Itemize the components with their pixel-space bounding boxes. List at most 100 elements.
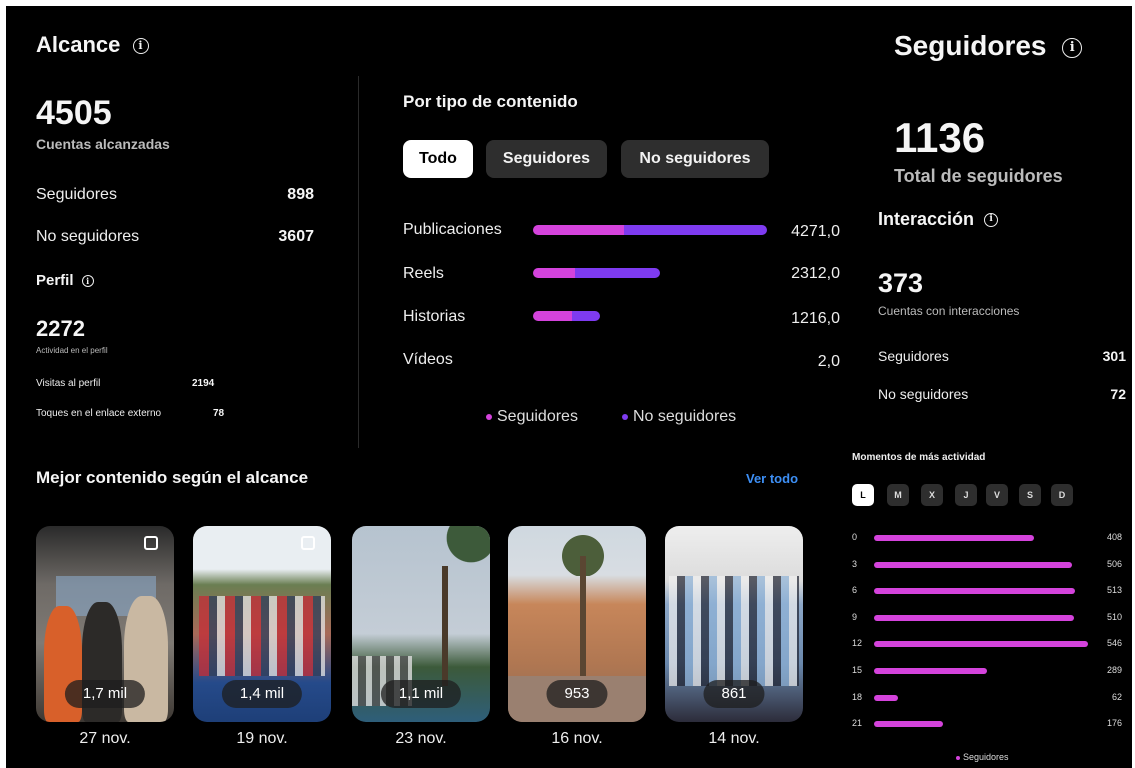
filter-followers-button[interactable]: Seguidores — [486, 140, 607, 178]
hour-value: 513 — [1106, 585, 1122, 596]
profile-title-text: Perfil — [36, 272, 74, 289]
group-photo — [669, 576, 799, 686]
profile-visits-value: 2194 — [192, 378, 215, 389]
reach-title: Alcance i — [36, 32, 149, 58]
hour-label: 6 — [852, 585, 858, 596]
content-type-label: Historias — [403, 308, 466, 325]
insights-panel: Alcance i 4505 Cuentas alcanzadas Seguid… — [6, 6, 1132, 768]
followers-segment — [533, 311, 572, 321]
hour-value: 510 — [1106, 611, 1122, 622]
interaction-total: 373 — [878, 268, 924, 298]
hour-bar — [874, 561, 1072, 568]
hour-bar — [874, 694, 898, 701]
profile-link-taps-value: 78 — [213, 408, 225, 419]
followers-segment — [533, 225, 624, 235]
hour-value: 62 — [1111, 691, 1122, 702]
hour-label: 9 — [852, 611, 858, 622]
interaction-total-label: Cuentas con interacciones — [878, 304, 1020, 318]
hour-value: 506 — [1106, 558, 1122, 569]
carousel-icon — [144, 536, 158, 550]
hour-bar — [874, 535, 1034, 541]
content-type-label: Reels — [403, 265, 444, 282]
hour-label: 3 — [852, 558, 858, 569]
carousel-icon — [301, 536, 315, 550]
reach-pill: 1,4 mil — [221, 680, 303, 708]
filter-all-button[interactable]: Todo — [403, 140, 473, 178]
top-content-item[interactable]: 1,1 mil — [352, 526, 490, 722]
followers-title-text: Seguidores — [894, 30, 1047, 61]
profile-title: Perfil i — [36, 272, 94, 289]
reach-pill: 1,1 mil — [380, 680, 462, 708]
hour-value: 176 — [1106, 718, 1122, 729]
info-icon[interactable]: i — [1062, 37, 1083, 58]
followers-title: Seguidores i — [894, 30, 1083, 62]
content-type-title: Por tipo de contenido — [403, 92, 578, 111]
top-content-item[interactable]: 861 — [665, 526, 803, 722]
top-content-item[interactable]: 953 — [508, 526, 646, 722]
filter-non-followers-button[interactable]: No seguidores — [621, 140, 769, 178]
top-content-date: 19 nov. — [236, 730, 288, 747]
profile-total-label: Actividad en el perfil — [36, 346, 108, 355]
content-type-value: 1216,0 — [791, 310, 840, 327]
day-chip-sunday[interactable]: D — [1051, 484, 1073, 506]
info-icon[interactable]: i — [132, 38, 149, 55]
content-type-bar — [533, 311, 600, 321]
day-chip-thursday[interactable]: J — [955, 484, 977, 506]
reach-pill: 1,7 mil — [64, 680, 146, 708]
hour-bar — [874, 614, 1074, 621]
legend-non-followers-text: No seguidores — [633, 408, 737, 425]
reach-followers-value: 898 — [287, 186, 314, 203]
non-followers-segment — [572, 311, 600, 321]
interaction-title: Interacción i — [878, 209, 999, 230]
reach-pill: 953 — [546, 680, 608, 708]
interaction-non-followers-label: No seguidores — [878, 386, 969, 402]
top-content-date: 23 nov. — [395, 730, 447, 747]
group-photo — [199, 596, 325, 676]
hour-value: 408 — [1106, 532, 1122, 542]
content-type-bar — [533, 268, 660, 278]
content-type-value: 2,0 — [817, 353, 840, 370]
hour-bar — [874, 641, 1088, 648]
hour-label: 21 — [852, 718, 863, 729]
non-followers-segment — [624, 225, 767, 235]
day-chip-wednesday[interactable]: X — [921, 484, 943, 506]
top-content-item[interactable]: 1,7 mil — [36, 526, 174, 722]
followers-segment — [533, 268, 575, 278]
top-content-date: 27 nov. — [79, 730, 131, 747]
hour-bar — [874, 588, 1075, 595]
profile-visits-label: Visitas al perfil — [36, 378, 101, 389]
interaction-followers-label: Seguidores — [878, 348, 949, 364]
reach-title-text: Alcance — [36, 32, 121, 57]
hour-label: 12 — [852, 638, 863, 649]
interaction-non-followers-value: 72 — [1110, 386, 1126, 402]
top-content-item[interactable]: 1,4 mil — [193, 526, 331, 722]
info-icon[interactable]: i — [984, 213, 999, 228]
hour-label: 15 — [852, 665, 863, 675]
top-content-title: Mejor contenido según el alcance — [36, 468, 309, 487]
hour-bar — [874, 721, 943, 728]
palm-leaves — [422, 526, 490, 586]
day-chip-saturday[interactable]: S — [1019, 484, 1041, 506]
day-chip-monday[interactable]: L — [852, 484, 874, 506]
legend-followers: Seguidores — [486, 408, 578, 426]
profile-total: 2272 — [36, 316, 85, 341]
hour-value: 289 — [1106, 665, 1122, 675]
hour-value: 546 — [1106, 638, 1122, 649]
hour-label: 0 — [852, 532, 858, 542]
followers-total-label: Total de seguidores — [894, 166, 1063, 186]
profile-link-taps-label: Toques en el enlace externo — [36, 408, 162, 419]
content-type-label: Vídeos — [403, 351, 453, 368]
see-all-link[interactable]: Ver todo — [746, 471, 798, 486]
content-type-value: 2312,0 — [791, 265, 840, 282]
day-chip-tuesday[interactable]: M — [887, 484, 909, 506]
section-divider — [358, 76, 359, 448]
content-type-value: 4271,0 — [791, 223, 840, 240]
info-icon[interactable]: i — [81, 275, 94, 288]
content-type-bar — [533, 225, 767, 235]
legend-dot — [622, 413, 628, 420]
interaction-title-text: Interacción — [878, 209, 975, 229]
day-chip-friday[interactable]: V — [986, 484, 1008, 506]
top-content-date: 16 nov. — [551, 730, 603, 747]
followers-total: 1136 — [894, 114, 986, 161]
non-followers-segment — [575, 268, 660, 278]
